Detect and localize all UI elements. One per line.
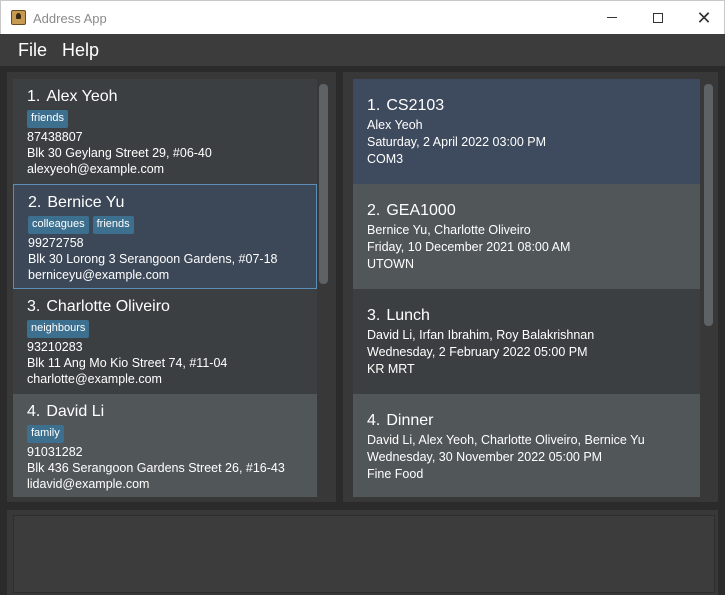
person-phone: 87438807 (27, 130, 83, 144)
tag: neighbours (27, 320, 90, 338)
event-list-scrollbar[interactable] (704, 84, 713, 326)
person-index: 3. (27, 298, 41, 315)
event-name: Dinner (386, 412, 434, 429)
event-location: Fine Food (367, 467, 424, 481)
tag: friends (92, 216, 134, 234)
maximize-button[interactable] (635, 1, 681, 34)
person-address: Blk 11 Ang Mo Kio Street 74, #11-04 (27, 356, 228, 370)
person-index: 2. (28, 194, 42, 211)
event-name: CS2103 (386, 97, 445, 114)
event-people: David Li, Alex Yeoh, Charlotte Oliveiro,… (367, 433, 645, 447)
person-index: 4. (27, 403, 41, 420)
person-name: Bernice Yu (47, 194, 125, 211)
result-display[interactable] (13, 515, 715, 593)
event-index: 4. (367, 412, 381, 429)
event-location: KR MRT (367, 362, 415, 376)
tag: friends (27, 110, 69, 128)
person-address: Blk 30 Geylang Street 29, #06-40 (27, 146, 212, 160)
event-location: UTOWN (367, 257, 414, 271)
event-people: Bernice Yu, Charlotte Oliveiro (367, 223, 531, 237)
person-name: David Li (46, 403, 105, 420)
person-email: charlotte@example.com (27, 372, 162, 386)
event-list[interactable]: 1. CS2103 Alex Yeoh Saturday, 2 April 202… (353, 79, 700, 497)
event-index: 1. (367, 97, 381, 114)
person-card-selected[interactable]: 2. Bernice Yu colleagues friends 99272758… (13, 184, 317, 289)
person-phone: 91031282 (27, 445, 83, 459)
event-datetime: Wednesday, 30 November 2022 05:00 PM (367, 450, 603, 464)
event-datetime: Friday, 10 December 2021 08:00 AM (367, 240, 571, 254)
split-pane-divider[interactable] (339, 70, 342, 506)
event-card[interactable]: 4. Dinner David Li, Alex Yeoh, Charlotte … (353, 394, 700, 497)
event-people: David Li, Irfan Ibrahim, Roy Balakrishna… (367, 328, 595, 342)
minimize-icon (607, 17, 617, 18)
menu-help[interactable]: Help (62, 40, 99, 61)
person-phone: 99272758 (28, 236, 84, 250)
person-card[interactable]: 3. Charlotte Oliveiro neighbours 93210283… (13, 289, 317, 394)
tag: colleagues (28, 216, 89, 234)
app-icon (11, 10, 26, 25)
tag: family (27, 425, 64, 443)
window-title: Address App (33, 11, 107, 26)
person-list-scrollbar[interactable] (319, 84, 328, 284)
maximize-icon (653, 12, 663, 23)
event-location: COM3 (367, 152, 404, 166)
minimize-button[interactable] (589, 1, 635, 34)
person-tags: colleagues friends (28, 216, 302, 234)
event-card[interactable]: 2. GEA1000 Bernice Yu, Charlotte Oliveiro… (353, 184, 700, 289)
event-index: 3. (367, 307, 381, 324)
person-address: Blk 436 Serangoon Gardens Street 26, #16… (27, 461, 285, 475)
menu-bar: File Help (0, 34, 725, 67)
menu-file[interactable]: File (18, 40, 47, 61)
person-card[interactable]: 1. Alex Yeoh friends 87438807 Blk 30 Geyl… (13, 79, 317, 184)
event-card[interactable]: 3. Lunch David Li, Irfan Ibrahim, Roy Bal… (353, 289, 700, 394)
close-button[interactable]: ✕ (681, 1, 725, 34)
person-email: alexyeoh@example.com (27, 162, 165, 176)
event-datetime: Wednesday, 2 February 2022 05:00 PM (367, 345, 588, 359)
event-name: Lunch (386, 307, 430, 324)
person-phone: 93210283 (27, 340, 83, 354)
person-tags: family (27, 425, 303, 443)
person-email: lidavid@example.com (27, 477, 150, 491)
window-title-bar: Address App ✕ (0, 0, 725, 34)
person-tags: friends (27, 110, 303, 128)
person-tags: neighbours (27, 320, 303, 338)
event-name: GEA1000 (386, 202, 456, 219)
close-icon: ✕ (696, 7, 712, 28)
event-people: Alex Yeoh (367, 118, 423, 132)
person-index: 1. (27, 88, 41, 105)
person-email: berniceyu@example.com (28, 268, 170, 282)
person-address: Blk 30 Lorong 3 Serangoon Gardens, #07-1… (28, 252, 278, 266)
person-name: Charlotte Oliveiro (46, 298, 170, 315)
event-datetime: Saturday, 2 April 2022 03:00 PM (367, 135, 547, 149)
person-list[interactable]: 1. Alex Yeoh friends 87438807 Blk 30 Geyl… (13, 79, 317, 497)
person-name: Alex Yeoh (46, 88, 118, 105)
event-index: 2. (367, 202, 381, 219)
event-card[interactable]: 1. CS2103 Alex Yeoh Saturday, 2 April 202… (353, 79, 700, 184)
person-card[interactable]: 4. David Li family 91031282 Blk 436 Seran… (13, 394, 317, 497)
